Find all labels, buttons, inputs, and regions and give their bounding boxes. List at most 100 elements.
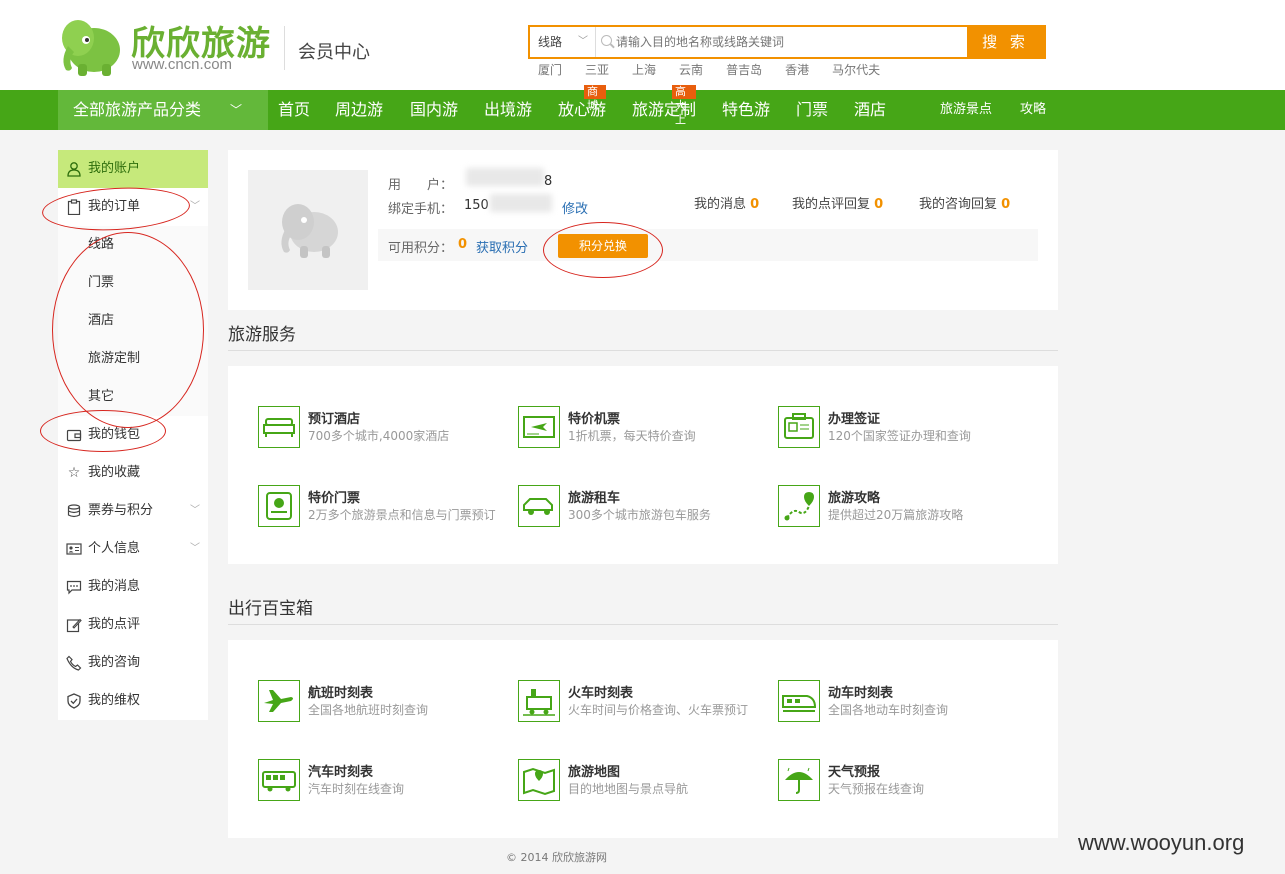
sidebar-item-messages[interactable]: 我的消息 (58, 568, 208, 606)
coins-icon (66, 503, 82, 519)
nav-item-featured[interactable]: 特色游 (722, 90, 770, 130)
toolbox-item-travel-map[interactable]: 旅游地图 目的地地图与景点导航 (518, 759, 768, 803)
ticket-icon (258, 485, 300, 527)
service-desc: 目的地地图与景点导航 (568, 782, 689, 796)
service-name: 旅游租车 (568, 491, 621, 506)
phone-icon (66, 655, 82, 671)
hot-destinations: 厦门 三亚 上海 云南 普吉岛 香港 马尔代夫 (538, 61, 903, 78)
section-divider (228, 624, 1058, 625)
nav-item-tickets[interactable]: 门票 (796, 90, 828, 130)
nav-badge: 高大上 (672, 85, 697, 126)
service-item-hotel[interactable]: 预订酒店 700多个城市,4000家酒店 (258, 406, 508, 450)
toolbox-panel: 航班时刻表 全国各地航班时刻查询 火车时刻表 火车时间与价格查询、火车票预订 动… (228, 640, 1058, 838)
service-desc: 火车时间与价格查询、火车票预订 (568, 703, 749, 717)
avatar[interactable] (248, 170, 368, 290)
hot-destination-link[interactable]: 三亚 (585, 61, 609, 78)
service-name: 特价机票 (568, 412, 621, 427)
modify-phone-link[interactable]: 修改 (562, 198, 588, 217)
map-icon (518, 759, 560, 801)
consult-replies-stat[interactable]: 我的咨询回复 0 (919, 193, 1010, 212)
chevron-down-icon: ﹀ (190, 543, 200, 554)
elephant-logo-icon (62, 20, 120, 76)
sidebar-item-label: 个人信息 (88, 541, 141, 556)
service-name: 旅游地图 (568, 765, 621, 780)
all-categories-menu[interactable]: 全部旅游产品分类 ﹀ (58, 90, 268, 130)
nav-item-label: 旅游定制 (632, 100, 697, 119)
nav-item-home[interactable]: 首页 (278, 90, 310, 130)
site-logo[interactable]: 欣欣旅游 www.cncn.com (56, 10, 271, 78)
stat-count: 0 (1001, 197, 1011, 212)
nav-badge: 商城 (584, 85, 607, 112)
sidebar-item-account[interactable]: 我的账户 (58, 150, 208, 188)
route-map-icon (778, 485, 820, 527)
get-points-link[interactable]: 获取积分 (476, 237, 528, 256)
bus-icon (258, 759, 300, 801)
sidebar-item-profile[interactable]: 个人信息 ﹀ (58, 530, 208, 568)
sidebar-item-label: 我的维权 (88, 693, 141, 708)
service-item-flight-ticket[interactable]: 特价机票 1折机票，每天特价查询 (518, 406, 768, 450)
sidebar-item-label: 我的消息 (88, 579, 141, 594)
service-name: 预订酒店 (308, 412, 361, 427)
review-replies-stat[interactable]: 我的点评回复 0 (792, 193, 883, 212)
main-nav: 全部旅游产品分类 ﹀ 首页 周边游 国内游 出境游 放心游 商城 旅游定制 高大… (0, 85, 1285, 130)
nav-item-attractions[interactable]: 旅游景点 (940, 90, 992, 130)
service-item-car-rental[interactable]: 旅游租车 300多个城市旅游包车服务 (518, 485, 768, 529)
member-center-title: 会员中心 (298, 42, 370, 63)
sidebar-item-favorites[interactable]: ☆ 我的收藏 (58, 454, 208, 492)
phone-value: 150 (464, 198, 489, 213)
nav-item-worry-free[interactable]: 放心游 商城 (558, 85, 607, 130)
sidebar-item-rights[interactable]: 我的维权 (58, 682, 208, 720)
stat-count: 0 (874, 197, 884, 212)
edit-icon (66, 617, 82, 633)
toolbox-item-bullet-train-schedule[interactable]: 动车时刻表 全国各地动车时刻查询 (778, 680, 1028, 724)
star-icon: ☆ (67, 465, 81, 481)
visa-icon (778, 406, 820, 448)
hot-destination-link[interactable]: 香港 (785, 61, 809, 78)
stat-label: 我的消息 (694, 197, 747, 212)
service-item-travel-guide[interactable]: 旅游攻略 提供超过20万篇旅游攻略 (778, 485, 1028, 529)
hot-destination-link[interactable]: 厦门 (538, 61, 562, 78)
nav-item-hotels[interactable]: 酒店 (854, 90, 886, 130)
chevron-down-icon: ﹀ (229, 103, 242, 117)
nav-item-guides[interactable]: 攻略 (1020, 90, 1046, 130)
service-item-visa[interactable]: 办理签证 120个国家签证办理和查询 (778, 406, 1028, 450)
hot-destination-link[interactable]: 普吉岛 (726, 61, 762, 78)
username-label: 用 户： (388, 178, 454, 193)
phone-label: 绑定手机： (388, 202, 454, 217)
sidebar-item-label: 我的账户 (88, 161, 141, 176)
service-item-attraction-ticket[interactable]: 特价门票 2万多个旅游景点和信息与门票预订 (258, 485, 508, 529)
sidebar-item-label: 我的点评 (88, 617, 141, 632)
search-button[interactable]: 搜 索 (967, 27, 1044, 57)
service-desc: 2万多个旅游景点和信息与门票预订 (308, 508, 496, 522)
service-desc: 300多个城市旅游包车服务 (568, 508, 711, 522)
hot-destination-link[interactable]: 马尔代夫 (832, 61, 880, 78)
search-type-select[interactable]: 线路 ﹀ (530, 27, 596, 57)
service-desc: 全国各地动车时刻查询 (828, 703, 949, 717)
my-messages-stat[interactable]: 我的消息 0 (694, 193, 759, 212)
message-icon (66, 579, 82, 595)
search-input[interactable] (600, 27, 968, 57)
sidebar-item-reviews[interactable]: 我的点评 (58, 606, 208, 644)
section-divider (228, 350, 1058, 351)
annotation-circle (52, 232, 204, 428)
section-title-toolbox: 出行百宝箱 (228, 599, 313, 619)
nav-item-domestic[interactable]: 国内游 (410, 90, 458, 130)
sidebar-item-consult[interactable]: 我的咨询 (58, 644, 208, 682)
hot-destination-link[interactable]: 云南 (679, 61, 703, 78)
hot-destination-link[interactable]: 上海 (632, 61, 656, 78)
toolbox-item-train-schedule[interactable]: 火车时刻表 火车时间与价格查询、火车票预订 (518, 680, 768, 724)
service-name: 火车时刻表 (568, 686, 634, 701)
sidebar-item-coupons-points[interactable]: 票券与积分 ﹀ (58, 492, 208, 530)
toolbox-item-bus-schedule[interactable]: 汽车时刻表 汽车时刻在线查询 (258, 759, 508, 803)
train-icon (518, 680, 560, 722)
username-value: 8 (544, 174, 553, 189)
nav-item-custom-travel[interactable]: 旅游定制 高大上 (632, 85, 697, 130)
toolbox-item-flight-schedule[interactable]: 航班时刻表 全国各地航班时刻查询 (258, 680, 508, 724)
nav-item-nearby[interactable]: 周边游 (335, 90, 383, 130)
service-desc: 120个国家签证办理和查询 (828, 429, 971, 443)
sidebar-item-label: 我的咨询 (88, 655, 141, 670)
nav-item-outbound[interactable]: 出境游 (484, 90, 532, 130)
service-desc: 1折机票，每天特价查询 (568, 429, 696, 443)
toolbox-item-weather[interactable]: 天气预报 天气预报在线查询 (778, 759, 1028, 803)
service-desc: 天气预报在线查询 (828, 782, 925, 796)
